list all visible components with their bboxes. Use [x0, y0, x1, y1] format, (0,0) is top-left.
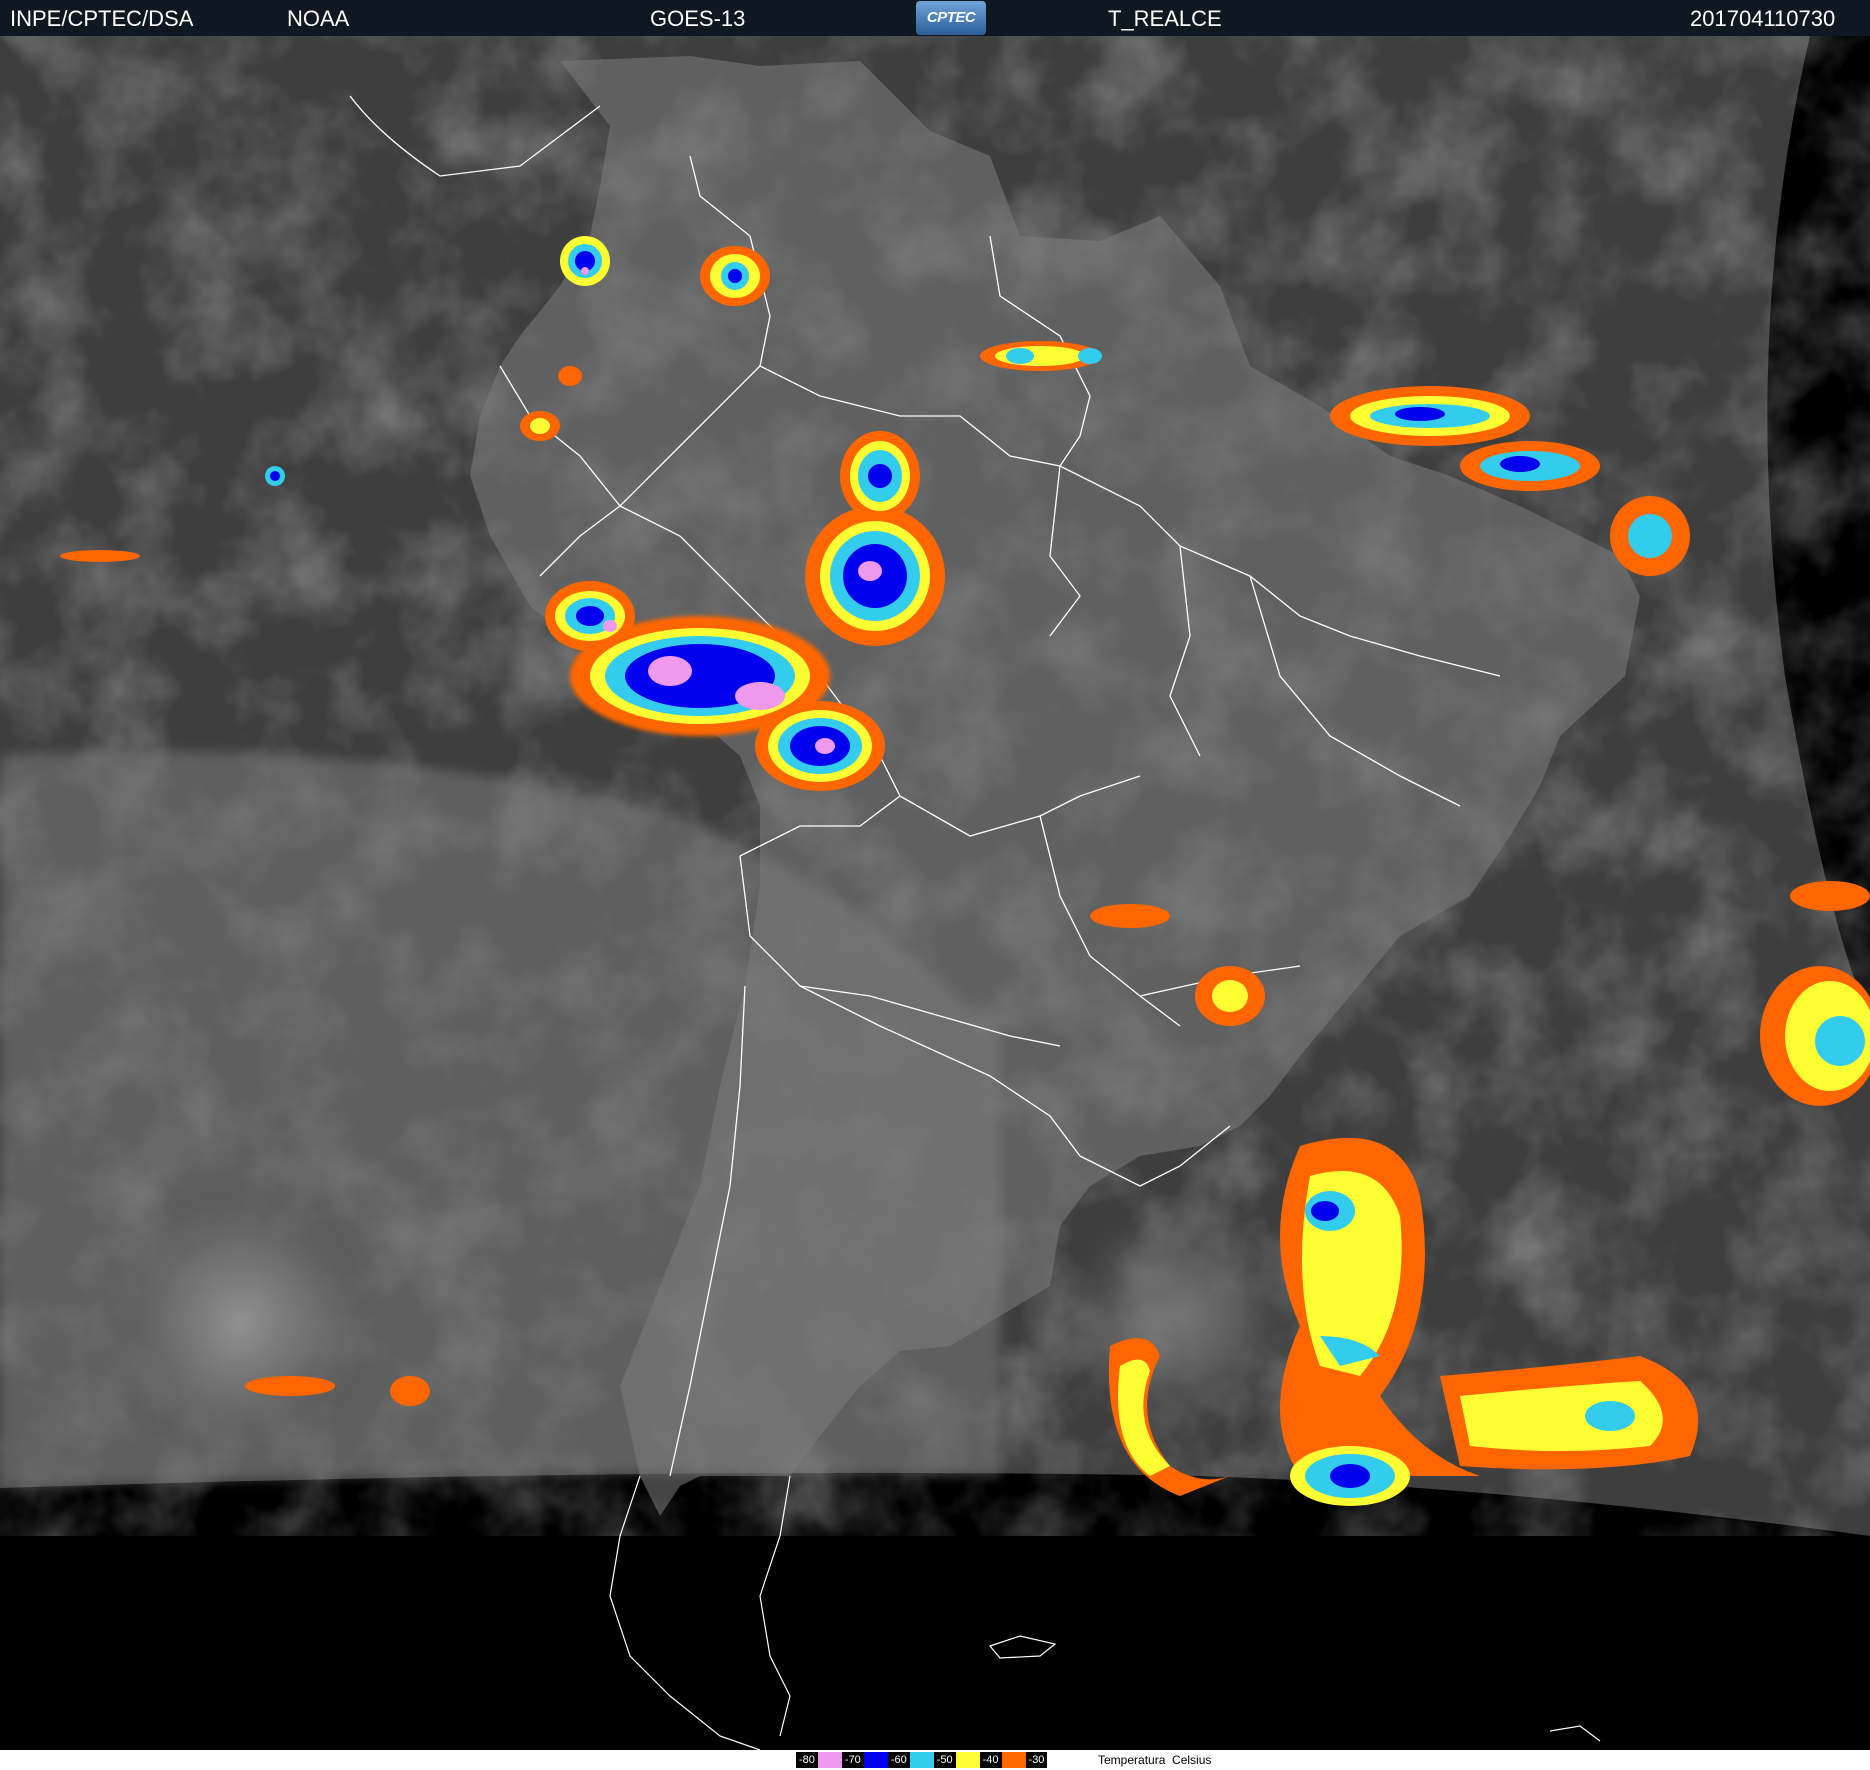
legend-value: -50: [933, 1752, 956, 1768]
legend-swatch: [1001, 1752, 1026, 1768]
cluster-venezuela: [700, 246, 770, 306]
legend-title-text: Temperatura: [1098, 1753, 1166, 1767]
product-label: T_REALCE: [1108, 6, 1222, 31]
satellite-label: GOES-13: [650, 6, 746, 31]
cluster-peru: [545, 581, 635, 651]
cluster-bolivia: [755, 701, 885, 791]
satellite-infrared-map: [0, 36, 1870, 1750]
patagonia-coastline: [609, 1475, 1601, 1750]
timestamp-label: 201704110730: [1690, 6, 1836, 31]
org-label: INPE/CPTEC/DSA: [10, 6, 194, 31]
cluster-colombia: [560, 236, 610, 286]
cptec-logo: CPTEC: [916, 1, 986, 35]
legend-value: -70: [841, 1752, 864, 1768]
legend-swatch: [817, 1752, 842, 1768]
legend-value: -60: [887, 1752, 910, 1768]
satellite-image-panel: [0, 36, 1870, 1750]
legend-unit-text: Celsius: [1172, 1753, 1212, 1767]
legend-value: -30: [1025, 1752, 1048, 1768]
legend-value: -80: [796, 1752, 818, 1768]
legend-value: -40: [979, 1752, 1002, 1768]
temperature-legend: -80 -70 -60 -50 -40 -30: [796, 1752, 1048, 1768]
legend-bar: -80 -70 -60 -50 -40 -30 Temperatura Celsius: [0, 1750, 1870, 1770]
legend-swatch: [863, 1752, 888, 1768]
legend-title: Temperatura Celsius: [1098, 1752, 1211, 1768]
legend-swatch: [909, 1752, 934, 1768]
cluster-amazon: [805, 506, 945, 646]
legend-swatch: [955, 1752, 980, 1768]
cyclone-swirl: [90, 1171, 390, 1471]
logo-text: CPTEC: [926, 9, 976, 26]
header-bar: INPE/CPTEC/DSA NOAA GOES-13 CPTEC T_REAL…: [0, 0, 1870, 36]
agency-label: NOAA: [287, 6, 350, 31]
cluster-amazon-north: [840, 431, 920, 521]
cyclone-swirl-east: [1060, 1196, 1300, 1436]
